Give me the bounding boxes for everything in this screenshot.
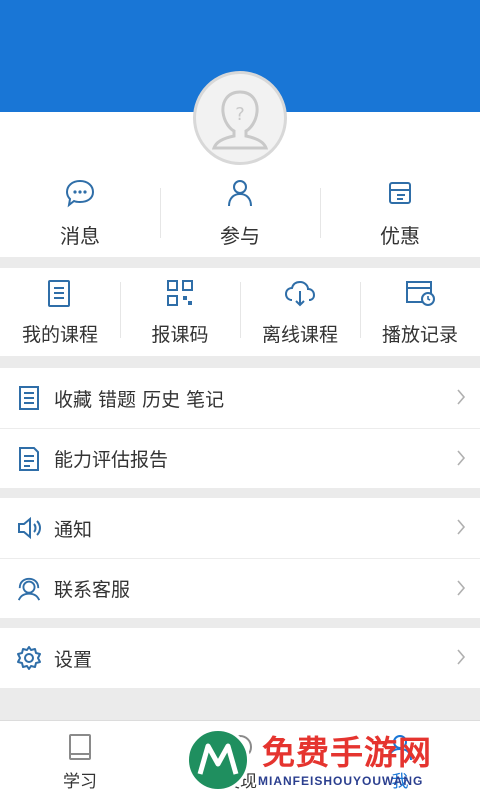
book-icon (69, 734, 91, 760)
notebook-icon (19, 386, 39, 410)
settings-row[interactable]: 设置 (0, 628, 480, 688)
offline-courses-button[interactable]: 离线课程 (240, 268, 360, 356)
participate-label: 参与 (220, 224, 260, 248)
headset-icon (17, 577, 41, 601)
video-history-icon (406, 281, 435, 306)
chevron-right-icon (457, 649, 466, 665)
notifications-label: 通知 (54, 518, 93, 541)
enroll-code-button[interactable]: 报课码 (120, 268, 240, 356)
list-group-2: 通知 联系客服 (0, 498, 480, 618)
cloud-download-icon (284, 280, 316, 307)
qr-code-icon (167, 280, 193, 306)
list-group-1: 收藏 错题 历史 笔记 能力评估报告 (0, 368, 480, 488)
tab-discover-label: 发现 (223, 772, 257, 792)
ability-report-label: 能力评估报告 (54, 449, 169, 471)
messages-button[interactable]: 消息 (0, 170, 160, 255)
my-courses-button[interactable]: 我的课程 (0, 268, 120, 356)
list-group-3: 设置 (0, 628, 480, 688)
chevron-right-icon (457, 450, 466, 466)
customer-service-label: 联系客服 (54, 579, 131, 601)
chevron-right-icon (457, 519, 466, 535)
report-icon (19, 446, 39, 471)
chevron-right-icon (457, 389, 466, 405)
user-placeholder-icon: ? (211, 90, 269, 150)
gear-icon (17, 646, 41, 670)
speaker-icon (18, 516, 41, 540)
svg-text:?: ? (235, 104, 245, 125)
tab-study-label: 学习 (63, 772, 97, 792)
discounts-button[interactable]: 优惠 (320, 170, 480, 255)
tab-me[interactable]: 我 (320, 721, 480, 800)
play-history-button[interactable]: 播放记录 (360, 268, 480, 356)
messages-label: 消息 (60, 224, 100, 248)
chat-bubble-icon (65, 179, 95, 208)
collections-row[interactable]: 收藏 错题 历史 笔记 (0, 368, 480, 428)
ability-report-row[interactable]: 能力评估报告 (0, 428, 480, 488)
course-list-icon (48, 280, 70, 307)
notifications-row[interactable]: 通知 (0, 498, 480, 558)
enroll-code-label: 报课码 (151, 324, 209, 346)
tab-discover[interactable]: 发现 (160, 721, 320, 800)
collections-label: 收藏 错题 历史 笔记 (54, 388, 225, 411)
ticket-icon (389, 182, 411, 204)
chevron-right-icon (457, 580, 466, 596)
profile-icon (388, 735, 412, 761)
my-courses-label: 我的课程 (21, 324, 98, 346)
course-actions: 我的课程 报课码 离线课程 播放记录 (0, 268, 480, 356)
tab-me-label: 我 (391, 772, 409, 792)
person-icon (228, 180, 252, 207)
tab-study[interactable]: 学习 (0, 721, 160, 800)
participate-button[interactable]: 参与 (160, 170, 320, 255)
offline-courses-label: 离线课程 (261, 324, 338, 346)
avatar[interactable]: ? (193, 71, 287, 165)
top-actions: 消息 参与 优惠 (0, 170, 480, 255)
bottom-tab-bar: 学习 发现 我 (0, 720, 480, 800)
settings-label: 设置 (54, 648, 93, 671)
play-history-label: 播放记录 (381, 324, 458, 346)
customer-service-row[interactable]: 联系客服 (0, 558, 480, 618)
discounts-label: 优惠 (380, 224, 420, 248)
compass-icon (228, 735, 252, 759)
